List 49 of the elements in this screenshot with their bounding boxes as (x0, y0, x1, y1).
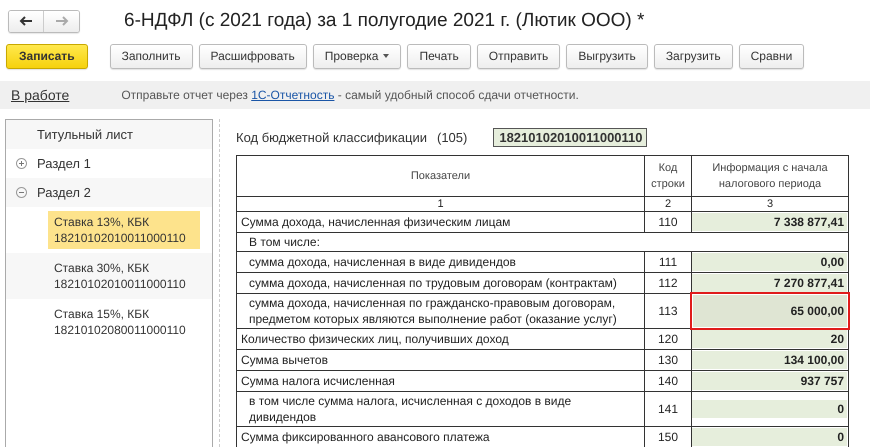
left-arrow-icon (19, 16, 33, 26)
kbk-label: Код бюджетной классификации (236, 130, 427, 145)
table-cell: Количество физических лиц, получивших доход (236, 328, 644, 350)
table-cell: Сумма налога исчисленная (236, 370, 644, 392)
toolbar-button[interactable]: Расшифровать (198, 44, 307, 68)
toolbar-button[interactable]: Загрузить (654, 44, 733, 68)
status-link[interactable]: В работе (11, 87, 70, 103)
toolbar-button[interactable]: Выгрузить (566, 44, 648, 68)
value-cell[interactable]: 0,00 (692, 253, 847, 271)
toolbar-button[interactable]: Проверка (312, 44, 402, 68)
tree-item[interactable]: Раздел 2 (37, 185, 91, 200)
column-header: Код строки (644, 156, 692, 196)
toolbar-button[interactable]: Печать (407, 44, 471, 68)
tree-item[interactable]: Ставка 15%, КБК 18210102080011000110 (48, 303, 200, 341)
column-number: 1 (236, 196, 644, 212)
value-cell[interactable]: 0 (692, 400, 847, 418)
table-cell: Сумма вычетов (236, 350, 644, 370)
table-cell: сумма дохода, начисленная по трудовым договорам (контрактам) (236, 272, 644, 294)
value-cell[interactable]: 7 338 877,41 (692, 213, 847, 231)
toolbar-button[interactable]: Заполнить (110, 44, 192, 68)
back-button[interactable] (9, 10, 44, 32)
line-code: (105) (436, 130, 468, 145)
table-cell: Сумма дохода, начисленная физическим лицам (236, 212, 644, 232)
table-cell: в том числе сумма налога, исчисленная с доходов в виде дивидендов (236, 392, 644, 426)
toolbar-button[interactable]: Отправить (476, 44, 560, 68)
column-header: Информация с начала налогового периода (692, 156, 848, 196)
value-cell[interactable]: 20 (692, 330, 847, 348)
reporting-link[interactable]: 1С-Отчетность (251, 88, 334, 102)
kbk-field[interactable]: 18210102010011000110 (493, 128, 648, 147)
column-header: Показатели (236, 156, 644, 196)
toolbar-button[interactable]: Сравни (738, 44, 804, 68)
value-cell[interactable]: 0 (692, 428, 847, 446)
value-cell[interactable]: 7 270 877,41 (692, 274, 847, 292)
column-number: 2 (644, 196, 692, 212)
table-cell: сумма дохода, начисленная в виде дивидендов (236, 252, 644, 272)
value-cell[interactable]: 134 100,00 (692, 351, 847, 369)
table-cell: сумма дохода, начисленная по гражданско-правовым договорам, предметом которых являются выполнение работ (оказание услуг) (236, 294, 644, 328)
value-cell[interactable]: 937 757 (692, 372, 847, 390)
caret-icon (383, 54, 390, 58)
table-cell: Сумма фиксированного авансового платежа (236, 426, 644, 447)
expand-icon[interactable] (16, 158, 27, 169)
tree-item[interactable]: Раздел 1 (37, 156, 91, 171)
value-cell[interactable]: 65 000,00 (693, 295, 847, 327)
right-arrow-icon (54, 16, 68, 26)
info-message: Отправьте отчет через 1С-Отчетность - самый удобный способ сдачи отчетности. (121, 88, 579, 102)
collapse-icon[interactable] (16, 187, 27, 198)
save-button[interactable]: Записать (6, 44, 88, 68)
window-title: 6-НДФЛ (с 2021 года) за 1 полугодие 2021 г. (Лютик ООО) * (124, 10, 644, 32)
tree-item[interactable]: Ставка 13%, КБК 18210102010011000110 (48, 211, 200, 249)
